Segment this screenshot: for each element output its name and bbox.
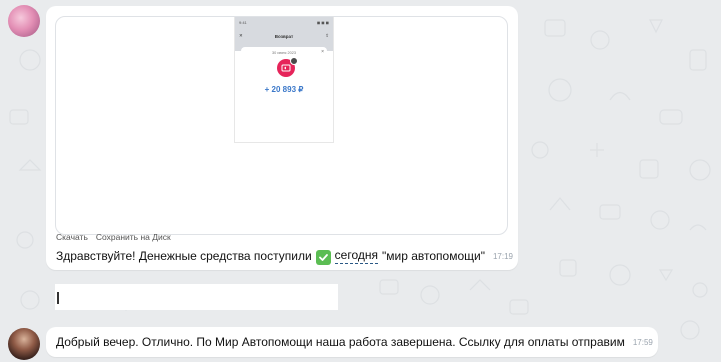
message-text: Здравствуйте! Денежные средства поступил… — [56, 248, 513, 265]
message-text-part-2: "мир автопомощи" — [381, 249, 485, 263]
refund-card: 30 июня 2023 × + 20 893 ₽ — [241, 47, 327, 101]
message-bubble-attachment: 9:41 ◼ ◼ ◼ ✕ Возврат ⇪ 30 июня 2023 × + … — [46, 6, 518, 270]
phone-status-indicators: ◼ ◼ ◼ — [316, 20, 329, 25]
redacted-text-fragment — [57, 292, 59, 304]
sender-avatar[interactable] — [8, 5, 40, 37]
phone-status-time: 9:41 — [239, 20, 247, 25]
refund-date: 30 июня 2023 — [272, 51, 296, 55]
message-text-underlined[interactable]: сегодня — [334, 248, 378, 264]
redacted-area — [239, 101, 323, 141]
close-icon: ✕ — [239, 33, 243, 38]
attachment-actions: Скачать Сохранить на Диск — [56, 232, 171, 242]
clock-badge-icon — [290, 57, 298, 65]
attached-screenshot[interactable]: 9:41 ◼ ◼ ◼ ✕ Возврат ⇪ 30 июня 2023 × + … — [55, 16, 508, 235]
message-text-part-1: Здравствуйте! Денежные средства поступил… — [56, 249, 312, 263]
reply-time: 17:59 — [632, 337, 653, 347]
message-bubble-reply: Добрый вечер. Отлично. По Мир Автопомощи… — [46, 327, 658, 357]
card-close-icon: × — [321, 49, 324, 55]
refund-amount: + 20 893 ₽ — [264, 85, 304, 94]
redacted-message-bubble — [55, 284, 338, 310]
phone-status-bar: 9:41 ◼ ◼ ◼ — [239, 20, 329, 25]
reply-text: Добрый вечер. Отлично. По Мир Автопомощи… — [56, 335, 625, 349]
phone-screenshot: 9:41 ◼ ◼ ◼ ✕ Возврат ⇪ 30 июня 2023 × + … — [234, 17, 334, 143]
sender-avatar-2[interactable] — [8, 328, 40, 360]
phone-header-title: Возврат — [274, 33, 294, 39]
check-mark-emoji-icon — [315, 249, 331, 265]
message-time: 17:19 — [492, 251, 513, 261]
save-to-disk-link[interactable]: Сохранить на Диск — [96, 232, 171, 242]
phone-header: ✕ Возврат ⇪ — [239, 30, 329, 42]
phone-top-bar: 9:41 ◼ ◼ ◼ ✕ Возврат ⇪ — [235, 17, 333, 51]
reply-message-text: Добрый вечер. Отлично. По Мир Автопомощи… — [56, 335, 653, 349]
share-icon: ⇪ — [325, 33, 329, 38]
download-link[interactable]: Скачать — [56, 232, 88, 242]
